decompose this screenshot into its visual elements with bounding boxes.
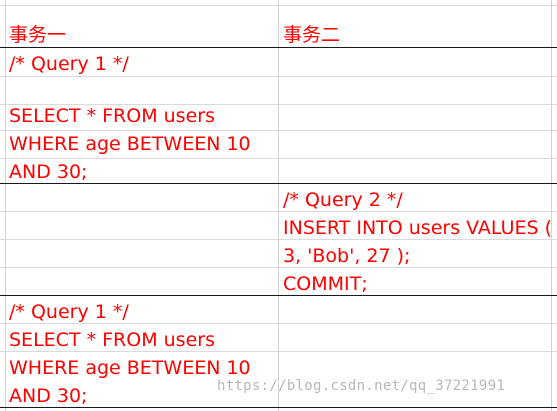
grid-vline-middle <box>278 0 279 411</box>
watermark-url: https://blog.csdn.net/qq_37221991 <box>217 378 506 394</box>
query1-repeat-line-1: SELECT * FROM users <box>9 329 215 351</box>
row-separator <box>0 47 557 48</box>
grid-hline <box>0 267 557 268</box>
spreadsheet-grid: 事务一 事务二 /* Query 1 */ SELECT * FROM user… <box>0 0 557 411</box>
query1-line-3: AND 30; <box>9 161 88 183</box>
grid-hline <box>0 5 557 6</box>
query2-comment: /* Query 2 */ <box>283 189 403 211</box>
query1-line-1: SELECT * FROM users <box>9 105 215 127</box>
query1-repeat-line-3: AND 30; <box>9 385 88 407</box>
query1-repeat-comment: /* Query 1 */ <box>9 301 129 323</box>
query1-line-2: WHERE age BETWEEN 10 <box>9 133 251 155</box>
query2-line-2: 3, 'Bob', 27 ); <box>283 245 411 267</box>
query1-comment: /* Query 1 */ <box>9 53 129 75</box>
row-separator <box>0 295 557 296</box>
query2-line-1: INSERT INTO users VALUES ( <box>283 217 552 239</box>
query1-repeat-line-2: WHERE age BETWEEN 10 <box>9 357 251 379</box>
query2-line-3: COMMIT; <box>283 273 368 295</box>
grid-vline-right <box>551 0 552 411</box>
grid-vline-left <box>5 0 6 411</box>
header-transaction-one: 事务一 <box>9 24 67 46</box>
grid-hline <box>0 211 557 212</box>
header-transaction-two: 事务二 <box>283 24 341 46</box>
